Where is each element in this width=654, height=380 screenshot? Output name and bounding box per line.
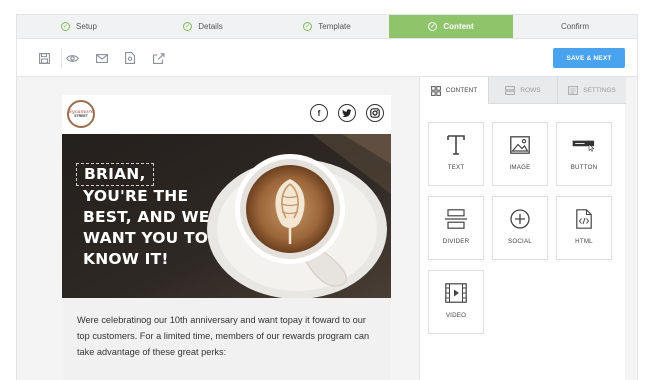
- hero-headline-rest: YOU'RE THE BEST, AND WE WANT YOU TO KNOW…: [83, 187, 210, 268]
- block-label: SOCIAL: [508, 238, 532, 245]
- tab-label: SETTINGS: [583, 86, 616, 94]
- block-label: HTML: [575, 238, 593, 245]
- block-text[interactable]: TEXT: [428, 122, 484, 186]
- preview-eye-icon[interactable]: [65, 51, 79, 65]
- step-label: Content: [443, 22, 474, 31]
- divider-icon: [444, 208, 468, 230]
- button-icon: [572, 134, 596, 156]
- block-html[interactable]: HTML: [556, 196, 612, 260]
- step-content[interactable]: ✓ Content: [389, 15, 513, 38]
- check-circle-icon: ✓: [303, 22, 313, 31]
- facebook-icon[interactable]: f: [310, 104, 328, 122]
- editor-workspace: Sycamore STREET f BRIAN, YOU'RE THE BEST…: [17, 77, 637, 380]
- email-body-text[interactable]: Were celebratinog our 10th anniversary a…: [62, 298, 391, 380]
- block-social[interactable]: SOCIAL: [492, 196, 548, 260]
- hero-headline: BRIAN, YOU'RE THE BEST, AND WE WANT YOU …: [76, 163, 233, 270]
- email-icon[interactable]: [95, 51, 109, 65]
- tab-label: ROWS: [520, 86, 541, 94]
- social-icon: [508, 208, 532, 230]
- hero-banner[interactable]: BRIAN, YOU'RE THE BEST, AND WE WANT YOU …: [62, 134, 391, 298]
- block-label: IMAGE: [509, 164, 531, 171]
- step-label: Template: [318, 22, 351, 31]
- share-export-icon[interactable]: [152, 51, 166, 65]
- step-details[interactable]: ✓ Details: [141, 15, 265, 38]
- check-circle-icon: ✓: [183, 22, 193, 31]
- tab-label: CONTENT: [445, 87, 478, 94]
- content-blocks-panel: CONTENT ROWS SETTINGS TEXT IMAGE BUTTON …: [419, 77, 626, 380]
- instagram-icon[interactable]: [366, 104, 384, 122]
- tab-content[interactable]: CONTENT: [420, 77, 488, 104]
- editor-toolbar: SAVE & NEXT: [17, 39, 637, 77]
- brand-logo[interactable]: Sycamore STREET: [67, 100, 95, 128]
- block-label: BUTTON: [570, 164, 598, 171]
- block-button[interactable]: BUTTON: [556, 122, 612, 186]
- grid-icon: [430, 85, 441, 96]
- tab-settings[interactable]: SETTINGS: [557, 77, 626, 104]
- settings-icon: [568, 85, 579, 95]
- wizard-stepper: ✓ Setup ✓ Details ✓ Template ✓ Content C…: [17, 15, 637, 39]
- check-circle-icon: ✓: [61, 22, 71, 31]
- block-label: TEXT: [447, 164, 465, 171]
- html-icon: [572, 208, 596, 230]
- step-confirm[interactable]: Confirm: [513, 15, 637, 38]
- logo-text-line2: STREET: [74, 113, 88, 118]
- step-label: Confirm: [560, 22, 589, 31]
- toolbar-divider: [61, 48, 62, 68]
- video-icon: [444, 282, 468, 304]
- save-and-next-button[interactable]: SAVE & NEXT: [553, 48, 625, 68]
- step-setup[interactable]: ✓ Setup: [17, 15, 141, 38]
- document-icon[interactable]: [123, 51, 137, 65]
- step-label: Setup: [76, 22, 97, 31]
- step-template[interactable]: ✓ Template: [265, 15, 389, 38]
- block-video[interactable]: VIDEO: [428, 270, 484, 334]
- save-icon[interactable]: [37, 51, 51, 65]
- twitter-icon[interactable]: [338, 104, 356, 122]
- text-icon: [444, 134, 468, 156]
- tab-rows[interactable]: ROWS: [488, 77, 557, 104]
- campaign-editor-frame: ✓ Setup ✓ Details ✓ Template ✓ Content C…: [16, 14, 638, 380]
- panel-tabs: CONTENT ROWS SETTINGS: [420, 77, 626, 104]
- check-circle-icon: ✓: [428, 22, 438, 31]
- block-image[interactable]: IMAGE: [492, 122, 548, 186]
- email-preview: Sycamore STREET f BRIAN, YOU'RE THE BEST…: [62, 95, 391, 380]
- block-label: DIVIDER: [442, 238, 470, 245]
- email-canvas: Sycamore STREET f BRIAN, YOU'RE THE BEST…: [17, 77, 419, 380]
- hero-personalized-name[interactable]: BRIAN,: [76, 163, 154, 186]
- step-label: Details: [198, 22, 223, 31]
- image-icon: [508, 134, 532, 156]
- block-divider[interactable]: DIVIDER: [428, 196, 484, 260]
- email-header-row: Sycamore STREET f: [62, 95, 391, 133]
- rows-icon: [505, 85, 516, 95]
- block-label: VIDEO: [445, 312, 467, 319]
